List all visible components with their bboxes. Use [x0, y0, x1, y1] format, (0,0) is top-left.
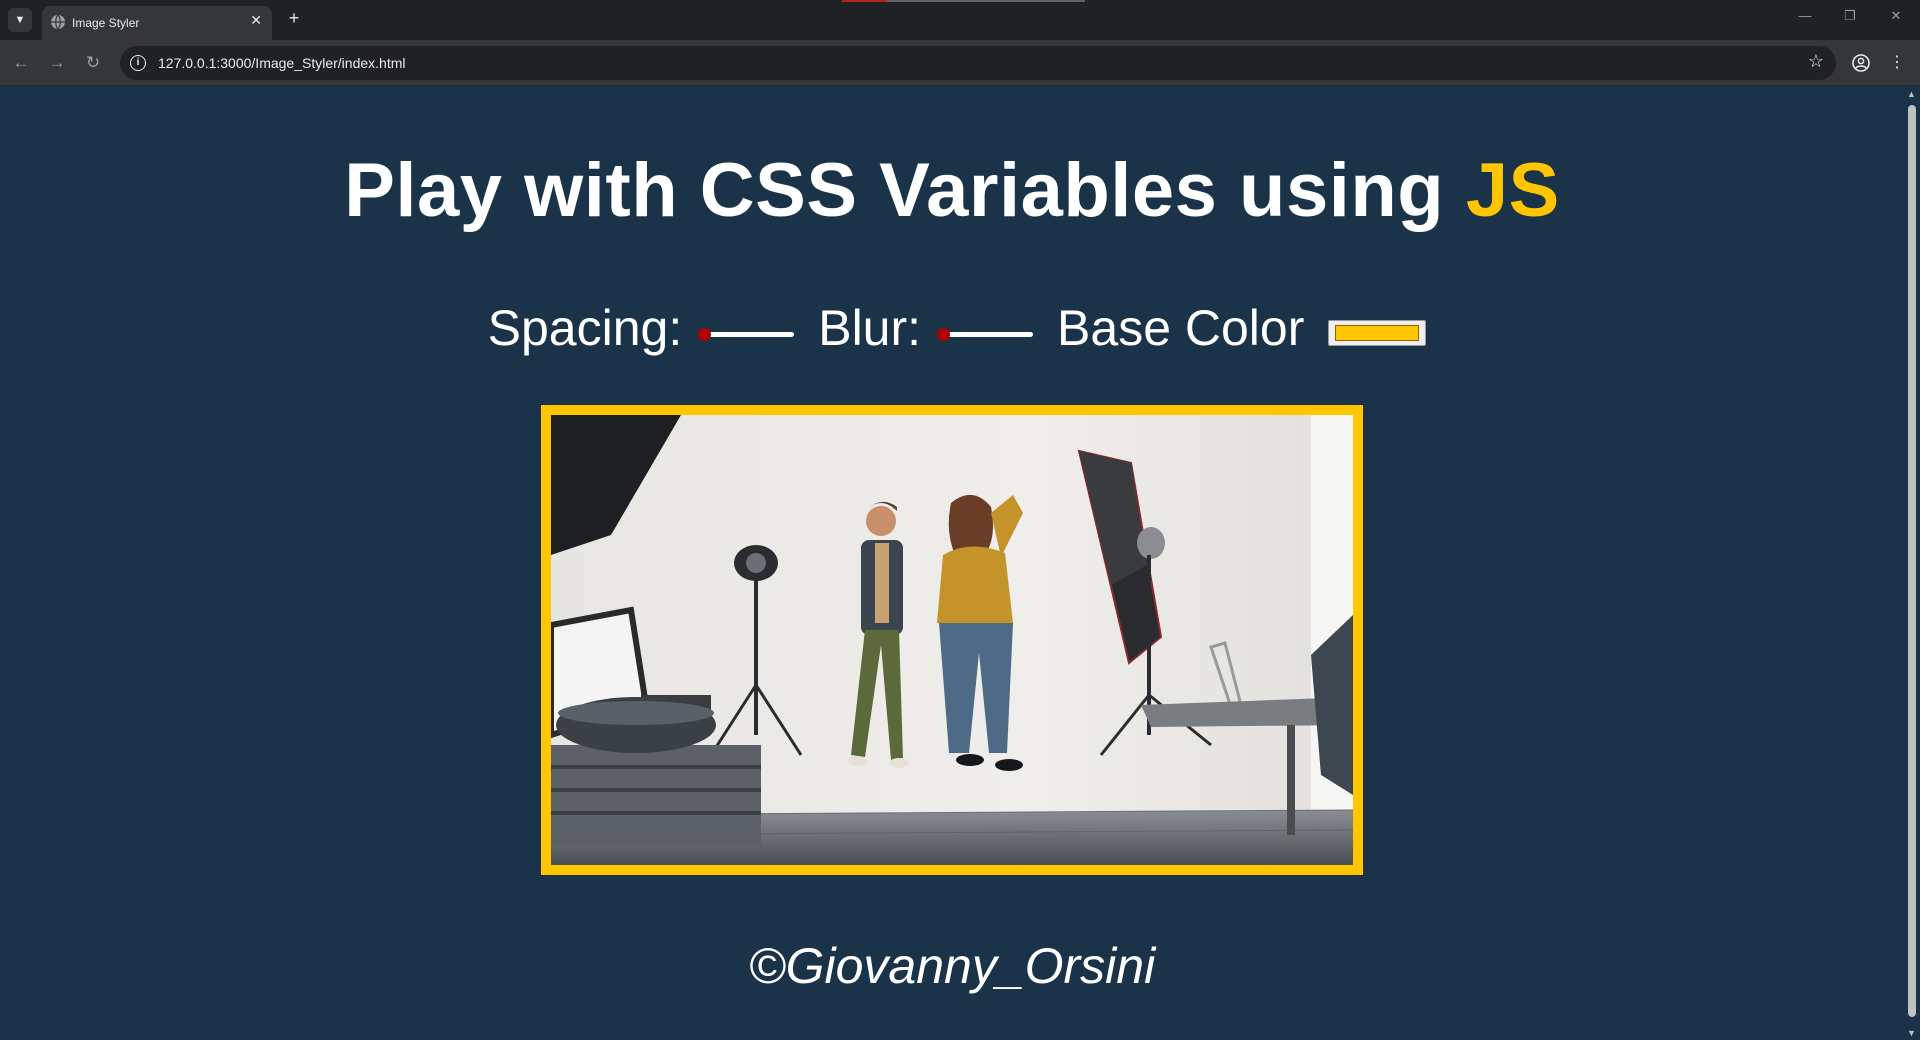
- star-icon[interactable]: ☆: [1808, 51, 1824, 72]
- chevron-down-icon[interactable]: ▼: [8, 8, 32, 32]
- page-title-text: Play with CSS Variables using: [344, 148, 1445, 233]
- base-color-label: Base Color: [1057, 300, 1305, 356]
- kebab-menu-icon[interactable]: ⋮: [1884, 50, 1910, 76]
- blur-slider-thumb[interactable]: [937, 328, 951, 341]
- blur-slider-track[interactable]: [941, 332, 1034, 337]
- scroll-up-icon[interactable]: ▲: [1907, 89, 1916, 99]
- image-frame: [541, 405, 1363, 875]
- page-content: Play with CSS Variables using JS Spacing…: [0, 87, 1904, 1040]
- url-text[interactable]: 127.0.0.1:3000/Image_Styler/index.html: [158, 55, 406, 71]
- page-scrollbar[interactable]: ▲ ▼: [1904, 87, 1920, 1040]
- spacing-slider-thumb[interactable]: [698, 328, 712, 341]
- base-color-swatch[interactable]: [1335, 325, 1420, 341]
- tab-image-styler[interactable]: Image Styler ✕: [42, 6, 272, 40]
- forward-arrow-icon[interactable]: →: [46, 52, 68, 74]
- close-icon[interactable]: ✕: [1876, 8, 1916, 24]
- info-icon[interactable]: i: [130, 55, 146, 71]
- restore-icon[interactable]: ❐: [1830, 8, 1870, 24]
- tab-title: Image Styler: [72, 16, 140, 30]
- window-accent-bar-secondary: [887, 0, 1085, 2]
- back-arrow-icon[interactable]: ←: [10, 52, 32, 74]
- blur-slider[interactable]: [937, 324, 1037, 344]
- globe-icon: [51, 14, 65, 30]
- tab-close-icon[interactable]: ✕: [250, 12, 262, 29]
- spacing-slider-track[interactable]: [702, 332, 795, 337]
- window-accent-bar: [842, 0, 887, 2]
- minimize-icon[interactable]: —: [1785, 8, 1825, 23]
- profile-icon[interactable]: [1848, 50, 1874, 76]
- page-title: Play with CSS Variables using JS: [0, 147, 1904, 234]
- page-title-highlight: JS: [1465, 148, 1560, 233]
- address-bar[interactable]: i 127.0.0.1:3000/Image_Styler/index.html…: [120, 46, 1836, 80]
- controls-bar: Spacing: Blur: Base Color: [0, 299, 1904, 357]
- studio-photo: [551, 415, 1353, 865]
- blur-label: Blur:: [818, 300, 922, 356]
- scrollbar-thumb[interactable]: [1908, 105, 1916, 1017]
- reload-icon[interactable]: ↻: [82, 52, 104, 74]
- base-color-picker[interactable]: [1328, 320, 1427, 346]
- browser-toolbar: ← → ↻ i 127.0.0.1:3000/Image_Styler/inde…: [0, 40, 1920, 86]
- spacing-label: Spacing:: [487, 300, 683, 356]
- new-tab-button[interactable]: +: [282, 6, 306, 30]
- spacing-slider[interactable]: [698, 324, 798, 344]
- browser-tab-bar: ▼ Image Styler ✕ + — ❐ ✕: [0, 0, 1920, 40]
- footer-credit: ©Giovanny_Orsini: [748, 938, 1156, 994]
- scroll-down-icon[interactable]: ▼: [1907, 1028, 1916, 1038]
